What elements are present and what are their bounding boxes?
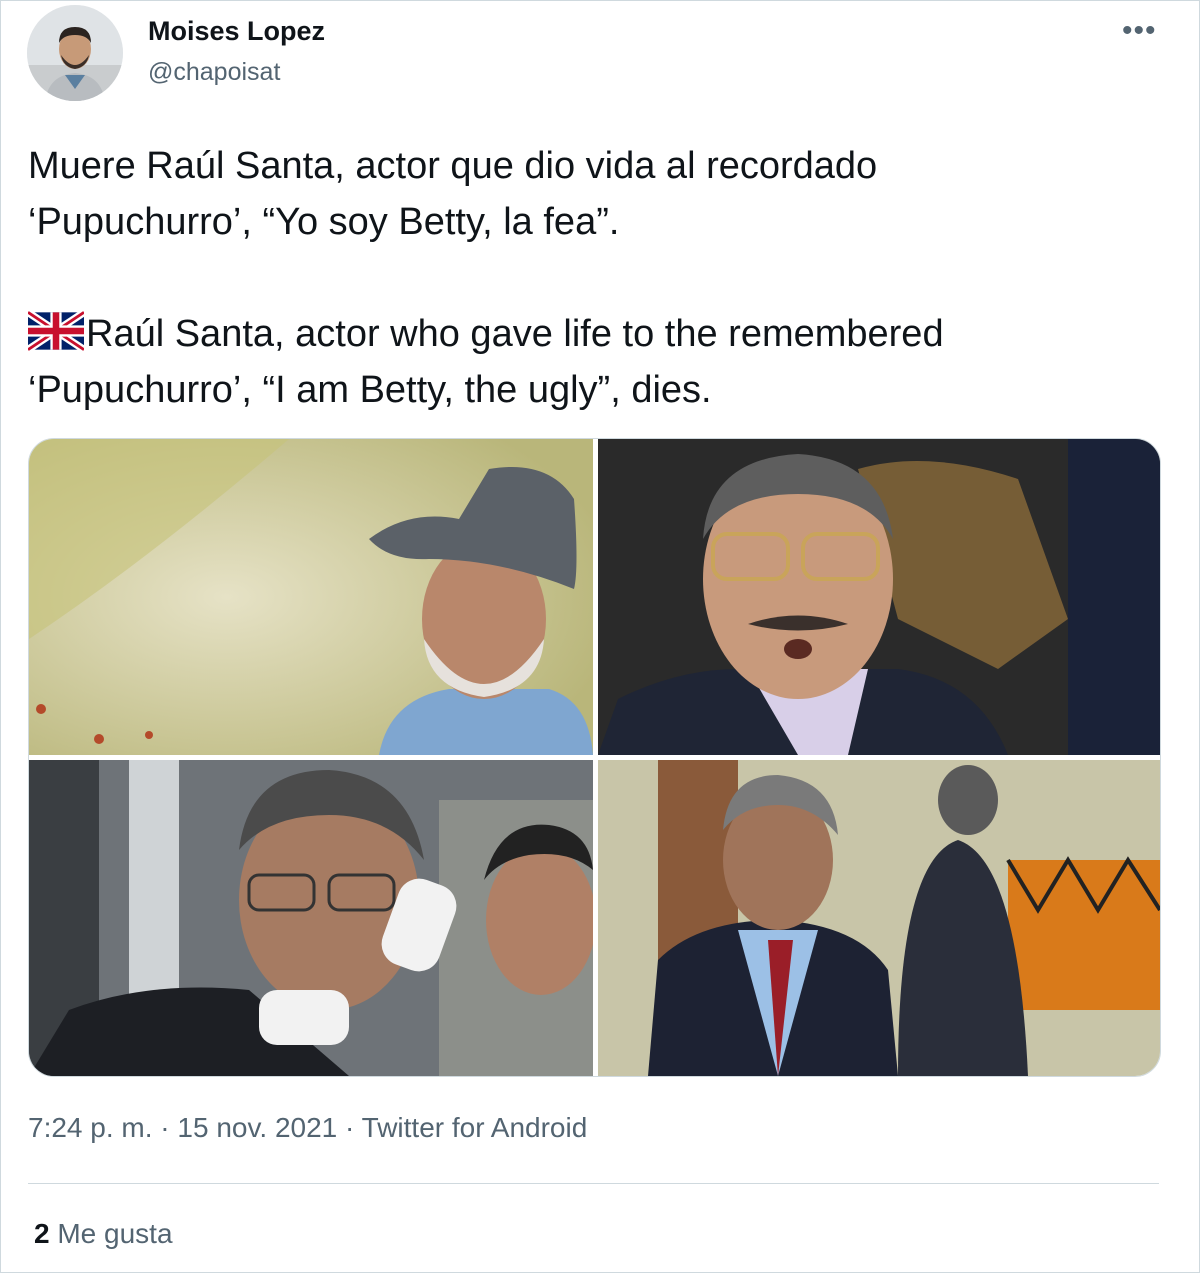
author-name[interactable]: Moises Lopez	[148, 16, 325, 47]
media-grid	[28, 438, 1161, 1077]
tweet-text: Muere Raúl Santa, actor que dio vida al …	[25, 138, 1168, 418]
tweet-source[interactable]: Twitter for Android	[362, 1112, 588, 1143]
tweet-meta: 7:24 p. m. · 15 nov. 2021 · Twitter for …	[28, 1112, 587, 1144]
tweet-text-spanish: Muere Raúl Santa, actor que dio vida al …	[28, 145, 878, 243]
author-handle[interactable]: @chapoisat	[148, 58, 280, 87]
tweet-time[interactable]: 7:24 p. m.	[28, 1112, 153, 1143]
likes-count: 2	[34, 1218, 50, 1249]
photo-1[interactable]	[29, 439, 593, 755]
photo-2[interactable]	[598, 439, 1160, 755]
tweet-text-english: Raúl Santa, actor who gave life to the r…	[28, 313, 944, 411]
uk-flag-icon	[25, 309, 87, 353]
avatar[interactable]	[27, 5, 123, 101]
tweet-date[interactable]: 15 nov. 2021	[177, 1112, 337, 1143]
more-icon[interactable]: •••	[1122, 14, 1157, 48]
likes-label: Me gusta	[49, 1218, 173, 1249]
photo-3[interactable]	[29, 760, 593, 1076]
likes-link[interactable]: 2 Me gusta	[34, 1218, 173, 1250]
separator: ·	[152, 1112, 178, 1143]
separator: ·	[337, 1112, 362, 1143]
divider	[28, 1183, 1159, 1184]
photo-4[interactable]	[598, 760, 1160, 1076]
